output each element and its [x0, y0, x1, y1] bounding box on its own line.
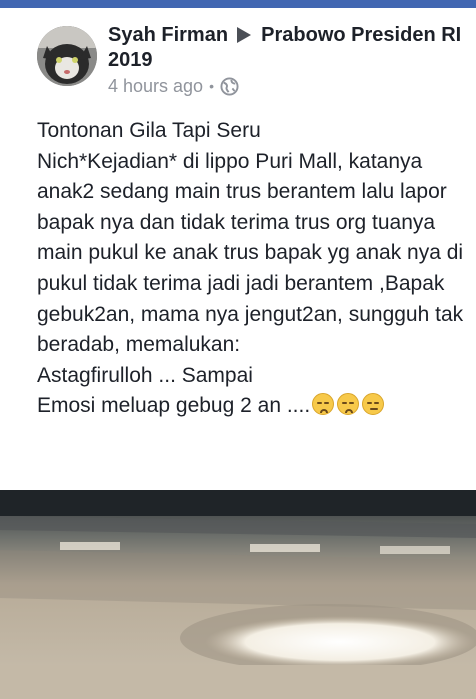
- post-meta: 4 hours ago •: [108, 74, 239, 98]
- top-brand-bar: [0, 0, 476, 8]
- post-body: Tontonan Gila Tapi Seru Nich*Kejadian* d…: [37, 116, 467, 422]
- avatar[interactable]: [37, 26, 97, 86]
- globe-icon: [220, 76, 239, 96]
- pensive-face-icon: [312, 393, 335, 416]
- weary-face-icon: [337, 393, 360, 416]
- emoji-group: [312, 393, 385, 416]
- worried-face-icon: [362, 393, 385, 416]
- share-arrow-icon: [236, 27, 251, 43]
- meta-separator: •: [209, 78, 214, 94]
- video-thumbnail[interactable]: [0, 490, 476, 699]
- facebook-post: Syah Firman Prabowo Presiden RI 2019 4 h…: [0, 8, 476, 490]
- profile-photo: [37, 26, 97, 86]
- author-name[interactable]: Syah Firman: [108, 24, 228, 46]
- video-frame-image: [0, 490, 476, 699]
- post-text: Tontonan Gila Tapi Seru Nich*Kejadian* d…: [37, 119, 464, 418]
- post-timestamp[interactable]: 4 hours ago: [108, 76, 203, 97]
- post-header: Syah Firman Prabowo Presiden RI 2019: [108, 23, 468, 73]
